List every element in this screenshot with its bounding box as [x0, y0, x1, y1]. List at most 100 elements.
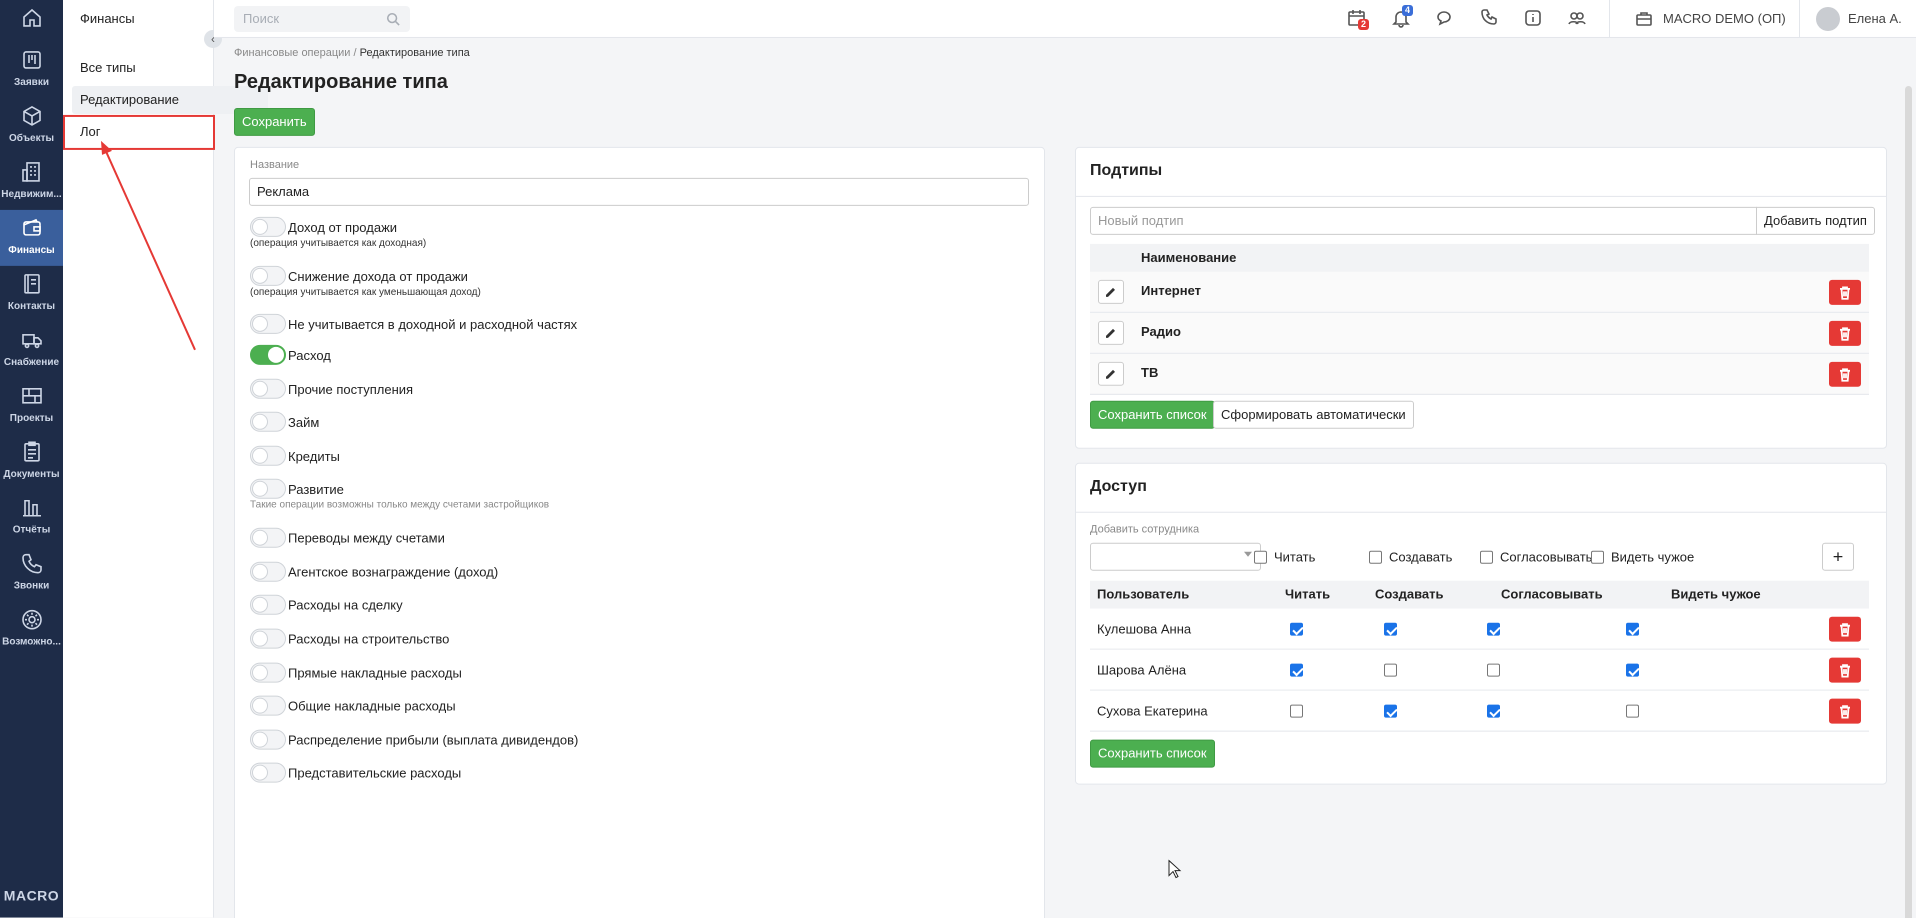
toggle-row[interactable]: Общие накладные расходы: [250, 695, 456, 717]
rail-item-requests[interactable]: Заявки: [0, 42, 63, 98]
rail-item-objects[interactable]: Объекты: [0, 98, 63, 154]
toggle-row[interactable]: Развитие: [250, 478, 344, 500]
access-filter[interactable]: Создавать: [1369, 550, 1452, 565]
rail-item-finance[interactable]: Финансы: [0, 209, 63, 266]
toggle-switch[interactable]: [250, 265, 286, 286]
toggle-row[interactable]: Займ: [250, 411, 319, 433]
team-button[interactable]: [1567, 8, 1589, 30]
auto-generate-button[interactable]: Сформировать автоматически: [1213, 400, 1414, 429]
toggle-switch[interactable]: [250, 695, 286, 716]
permission-checkbox[interactable]: [1290, 663, 1303, 677]
toggle-row[interactable]: Кредиты: [250, 445, 340, 467]
toggle-row[interactable]: Расходы на строительство: [250, 628, 449, 650]
delete-button[interactable]: [1829, 279, 1861, 305]
rail-item-features[interactable]: Возможно...: [0, 602, 63, 658]
add-subtype-button[interactable]: Добавить подтип: [1756, 206, 1875, 235]
edit-button[interactable]: [1098, 361, 1124, 386]
delete-button[interactable]: [1829, 320, 1861, 346]
avatar[interactable]: [1816, 6, 1840, 31]
delete-button[interactable]: [1829, 657, 1861, 683]
toggle-row[interactable]: Не учитывается в доходной и расходной ча…: [250, 313, 577, 335]
access-filter[interactable]: Согласовывать: [1480, 550, 1592, 565]
delete-button[interactable]: [1829, 698, 1861, 724]
toggle-switch[interactable]: [250, 729, 286, 750]
permission-checkbox[interactable]: [1626, 663, 1639, 677]
edit-button[interactable]: [1098, 320, 1124, 345]
access-filter[interactable]: Видеть чужое: [1591, 550, 1694, 565]
save-subtypes-button[interactable]: Сохранить список: [1090, 400, 1215, 429]
toggle-switch[interactable]: [250, 527, 286, 548]
access-filter[interactable]: Читать: [1254, 550, 1315, 565]
toggle-switch[interactable]: [250, 662, 286, 683]
page-scrollbar[interactable]: [1905, 85, 1912, 918]
permission-checkbox[interactable]: [1487, 622, 1500, 636]
permission-checkbox[interactable]: [1626, 704, 1639, 718]
toggle-row[interactable]: Распределение прибыли (выплата дивидендо…: [250, 729, 578, 751]
toggle-switch[interactable]: [250, 762, 286, 783]
rail-item-contacts[interactable]: Контакты: [0, 266, 63, 322]
add-access-button[interactable]: +: [1822, 542, 1854, 571]
toggle-switch[interactable]: [250, 561, 286, 582]
breadcrumb-separator: /: [353, 46, 357, 59]
toggle-row[interactable]: Расход: [250, 344, 331, 366]
toggle-switch[interactable]: [250, 628, 286, 649]
toggle-hint: (операция учитывается как уменьшающая до…: [250, 286, 481, 298]
toggle-row[interactable]: Прочие поступления: [250, 378, 413, 400]
toggle-row[interactable]: Представительские расходы: [250, 762, 461, 784]
toggle-row[interactable]: Прямые накладные расходы: [250, 662, 462, 684]
permission-checkbox[interactable]: [1384, 704, 1397, 718]
contacts-icon: [23, 274, 40, 294]
rail-item-projects[interactable]: Проекты: [0, 378, 63, 434]
filter-checkbox[interactable]: [1369, 550, 1382, 564]
delete-button[interactable]: [1829, 361, 1861, 387]
employee-select[interactable]: [1090, 542, 1261, 571]
toggle-switch[interactable]: [250, 216, 286, 237]
permission-checkbox[interactable]: [1384, 622, 1397, 636]
rail-item-label: Контакты: [7, 300, 56, 312]
info-button[interactable]: [1523, 8, 1545, 30]
rail-item-realty[interactable]: Недвижим...: [0, 154, 63, 210]
user-name[interactable]: Елена А.: [1848, 0, 1902, 38]
save-button[interactable]: Сохранить: [234, 107, 315, 136]
toggle-switch[interactable]: [250, 445, 286, 466]
table-row: Сухова Екатерина: [1090, 690, 1869, 732]
chat-button[interactable]: [1435, 8, 1457, 30]
permission-checkbox[interactable]: [1384, 663, 1397, 677]
toggle-row[interactable]: Переводы между счетами: [250, 527, 445, 549]
edit-button[interactable]: [1098, 279, 1124, 304]
toggle-row[interactable]: Расходы на сделку: [250, 594, 403, 616]
rail-item-reports[interactable]: Отчёты: [0, 490, 63, 546]
name-field[interactable]: Реклама: [249, 177, 1029, 206]
permission-checkbox[interactable]: [1487, 704, 1500, 718]
filter-checkbox[interactable]: [1591, 550, 1604, 564]
toggle-knob: [252, 529, 268, 546]
toggle-switch[interactable]: [250, 411, 286, 432]
company-switcher[interactable]: MACRO DEMO (ОП): [1663, 0, 1786, 38]
toggle-row[interactable]: Агентское вознаграждение (доход): [250, 561, 498, 583]
permission-checkbox[interactable]: [1487, 663, 1500, 677]
permission-checkbox[interactable]: [1626, 622, 1639, 636]
save-access-button[interactable]: Сохранить список: [1090, 739, 1215, 768]
toggle-switch[interactable]: [250, 478, 286, 499]
breadcrumb-root[interactable]: Финансовые операции: [234, 47, 350, 59]
toggle-row[interactable]: Снижение дохода от продажи: [250, 265, 468, 287]
filter-checkbox[interactable]: [1480, 550, 1493, 564]
trash-icon: [1840, 285, 1850, 300]
toggle-switch[interactable]: [250, 313, 286, 334]
permission-checkbox[interactable]: [1290, 622, 1303, 636]
rail-item-documents[interactable]: Документы: [0, 434, 63, 490]
calendar-button[interactable]: 2: [1347, 8, 1370, 30]
toggle-switch[interactable]: [250, 344, 286, 365]
rail-item-calls[interactable]: Звонки: [0, 546, 63, 602]
new-subtype-input[interactable]: Новый подтип: [1090, 206, 1757, 235]
permission-checkbox[interactable]: [1290, 704, 1303, 718]
toggle-switch[interactable]: [250, 594, 286, 615]
search-input[interactable]: Поиск: [234, 5, 410, 32]
filter-checkbox[interactable]: [1254, 550, 1267, 564]
toggle-row[interactable]: Доход от продажи: [250, 216, 397, 238]
toggle-switch[interactable]: [250, 378, 286, 399]
delete-button[interactable]: [1829, 616, 1861, 642]
phone-button[interactable]: [1479, 8, 1501, 30]
notifications-button[interactable]: 4: [1391, 4, 1414, 30]
rail-item-supply[interactable]: Снабжение: [0, 322, 63, 378]
